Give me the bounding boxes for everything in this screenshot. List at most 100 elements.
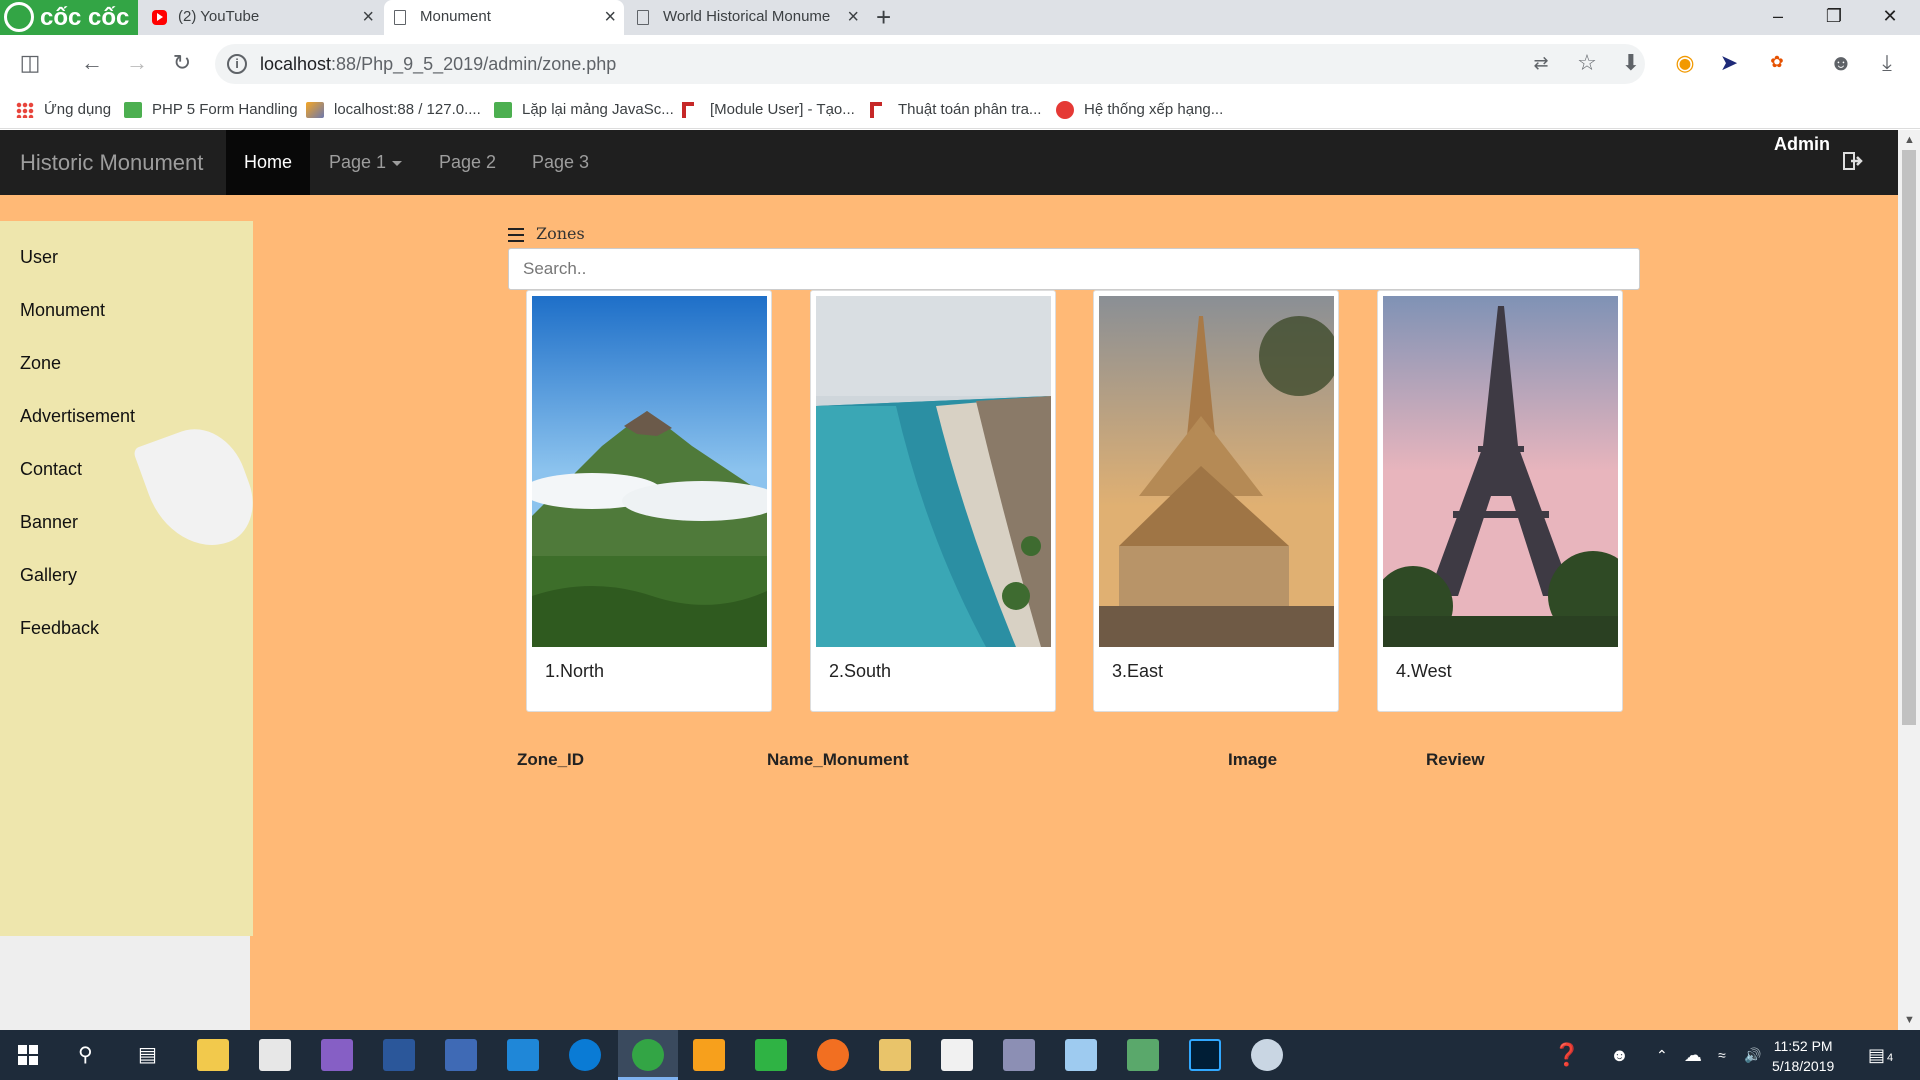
restore-icon[interactable]: ❐ (1806, 0, 1862, 35)
chevron-up-icon[interactable]: ⌃ (1656, 1030, 1668, 1080)
profile-icon[interactable]: ☻ (1826, 48, 1856, 78)
zone-card-south[interactable]: 2.South (810, 290, 1056, 712)
coccoc-extension-icon[interactable]: ◉ (1670, 48, 1700, 78)
url-text[interactable]: localhost:88/Php_9_5_2019/admin/zone.php (260, 44, 616, 84)
coccoc-taskbar-icon[interactable] (632, 1039, 664, 1071)
send-extension-icon[interactable]: ➤ (1714, 48, 1744, 78)
spreadsheet-icon[interactable] (1127, 1039, 1159, 1071)
search-input[interactable] (508, 248, 1640, 290)
bookmark-he-thong[interactable]: Hệ thống xếp hạng... (1056, 93, 1223, 129)
translate-icon[interactable]: ⇄ (1526, 48, 1556, 78)
apps-grid-icon (16, 102, 34, 118)
browser-brand-logo[interactable]: cốc cốc (0, 0, 138, 35)
sidebar-toggle-icon[interactable]: ◫ (15, 48, 45, 78)
devcpp-icon[interactable] (445, 1039, 477, 1071)
flag-icon (682, 102, 694, 118)
windows-start-icon[interactable] (18, 1045, 38, 1065)
new-tab-button[interactable]: + (876, 0, 891, 35)
mountain-photo (532, 296, 767, 647)
vscode-icon[interactable] (507, 1039, 539, 1071)
downloads-icon[interactable]: ⤓ (1872, 48, 1902, 78)
file-explorer-icon[interactable] (197, 1039, 229, 1071)
decorative-shape (132, 415, 266, 563)
card-caption: 4.West (1396, 661, 1452, 681)
nav-home[interactable]: Home (226, 130, 311, 195)
notification-icon[interactable]: ▤ 4 (1868, 1030, 1893, 1080)
nav-page-2[interactable]: Page 2 (421, 130, 514, 195)
scrollbar-thumb[interactable] (1902, 150, 1916, 725)
sidebar-item-feedback[interactable]: Feedback (20, 618, 99, 639)
bookmark-star-icon[interactable]: ☆ (1572, 48, 1602, 78)
zone-card-north[interactable]: 1.North (526, 290, 772, 712)
column-header-name-monument: Name_Monument (767, 750, 909, 769)
database-icon[interactable] (1003, 1039, 1035, 1071)
store-icon[interactable] (259, 1039, 291, 1071)
sidebar-item-gallery[interactable]: Gallery (20, 565, 77, 586)
word-icon[interactable] (383, 1039, 415, 1071)
sandbox-icon[interactable] (693, 1039, 725, 1071)
app-circle-icon[interactable] (817, 1039, 849, 1071)
back-arrow-icon[interactable]: ← (77, 48, 107, 78)
xampp-icon[interactable] (879, 1039, 911, 1071)
zone-card-east[interactable]: 3.East (1093, 290, 1339, 712)
paint-icon[interactable] (941, 1039, 973, 1071)
logout-icon[interactable] (1842, 150, 1864, 172)
nav-page-1[interactable]: Page 1 (311, 130, 420, 195)
navbar-brand[interactable]: Historic Monument (20, 130, 203, 195)
minimize-icon[interactable]: – (1750, 0, 1806, 35)
sidebar-item-zone[interactable]: Zone (20, 353, 61, 374)
sidebar-item-banner[interactable]: Banner (20, 512, 78, 533)
close-window-icon[interactable]: ✕ (1862, 0, 1918, 35)
close-tab-icon[interactable]: × (604, 0, 616, 34)
people-icon[interactable]: ☻ (1610, 1030, 1629, 1080)
volume-icon[interactable]: 🔊 (1744, 1030, 1761, 1080)
help-icon[interactable]: ❓ (1553, 1030, 1580, 1080)
wifi-icon[interactable]: ≈ (1718, 1030, 1726, 1080)
notepad-plus-icon[interactable] (755, 1039, 787, 1071)
bookmark-localhost[interactable]: localhost:88 / 127.0.... (306, 93, 481, 129)
bookmark-lap-lai-mang[interactable]: Lặp lại mảng JavaSc... (494, 93, 674, 129)
youtube-icon (152, 10, 167, 25)
tab-youtube[interactable]: (2) YouTube × (142, 0, 382, 35)
w3-icon (494, 102, 512, 118)
column-header-zone-id: Zone_ID (517, 750, 585, 769)
bookmark-php-form[interactable]: PHP 5 Form Handling (124, 93, 298, 129)
sidebar-item-user[interactable]: User (20, 247, 58, 268)
tab-label: (2) YouTube (178, 8, 260, 25)
sidebar-item-monument[interactable]: Monument (20, 300, 105, 321)
eiffel-tower-photo (1383, 296, 1618, 647)
visual-studio-icon[interactable] (321, 1039, 353, 1071)
site-info-icon[interactable]: i (227, 54, 247, 74)
virtualbox-icon[interactable] (1065, 1039, 1097, 1071)
tab-world-historical[interactable]: World Historical Monume × (627, 0, 867, 35)
vertical-scrollbar[interactable]: ▲ ▼ (1898, 130, 1920, 1030)
tab-label: Monument (420, 8, 491, 25)
tab-monument[interactable]: Monument × (384, 0, 624, 35)
scroll-down-icon[interactable]: ▼ (1904, 1014, 1915, 1026)
search-icon[interactable]: ⚲ (78, 1030, 93, 1080)
photoshop-icon[interactable] (1189, 1039, 1221, 1071)
rabbit-extension-icon[interactable]: ✿ (1762, 48, 1792, 78)
clock-date: 5/18/2019 (1772, 1058, 1835, 1074)
nav-page-3[interactable]: Page 3 (514, 130, 607, 195)
download-extension-icon[interactable]: ⬇ (1616, 48, 1646, 78)
scroll-up-icon[interactable]: ▲ (1904, 134, 1915, 146)
bookmark-apps[interactable]: Ứng dụng (16, 93, 111, 129)
close-tab-icon[interactable]: × (362, 0, 374, 34)
browser-toolbar: ◫ ← → ↻ i localhost:88/Php_9_5_2019/admi… (0, 35, 1920, 93)
zone-card-west[interactable]: 4.West (1377, 290, 1623, 712)
sidebar-item-advertisement[interactable]: Advertisement (20, 406, 135, 427)
paint-palette-icon[interactable] (1251, 1039, 1283, 1071)
edge-icon[interactable] (569, 1039, 601, 1071)
task-view-icon[interactable]: ▤ (138, 1030, 157, 1080)
bookmark-module-user[interactable]: [Module User] - Tạo... (682, 93, 855, 129)
bookmark-thuat-toan[interactable]: Thuật toán phân tra... (870, 93, 1041, 129)
close-tab-icon[interactable]: × (847, 0, 859, 34)
address-bar[interactable]: i localhost:88/Php_9_5_2019/admin/zone.p… (215, 44, 1645, 84)
sidebar-item-contact[interactable]: Contact (20, 459, 82, 480)
windows-taskbar: ⚲ ▤ ❓ ☻ ⌃ ☁ ≈ 🔊 11:52 PM 5/18/2019 ▤ 4 (0, 1030, 1920, 1080)
reload-icon[interactable]: ↻ (167, 48, 197, 78)
onedrive-icon[interactable]: ☁ (1684, 1030, 1702, 1080)
taskbar-clock[interactable]: 11:52 PM 5/18/2019 (1772, 1036, 1834, 1076)
forward-arrow-icon[interactable]: → (122, 48, 152, 78)
